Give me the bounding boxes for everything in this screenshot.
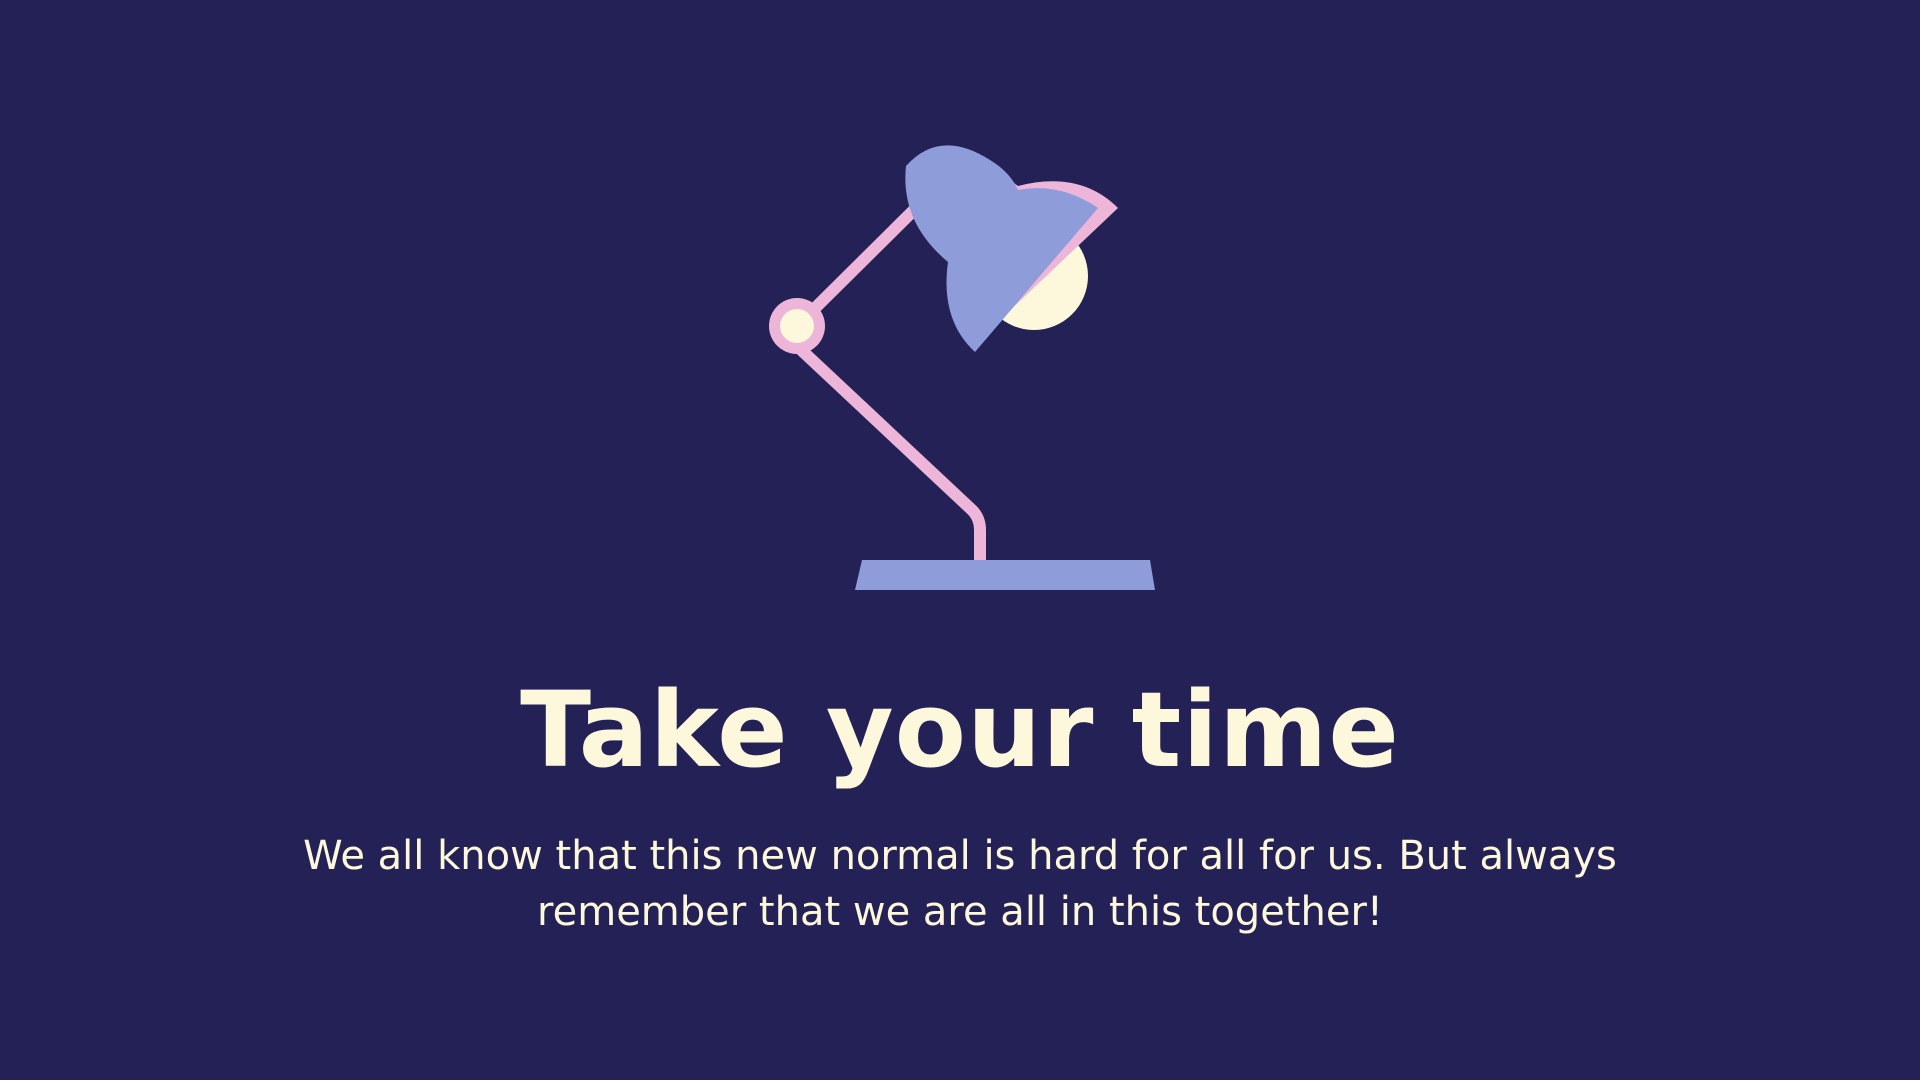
lamp-base <box>855 560 1155 590</box>
lamp-lower-arm <box>791 340 986 568</box>
slide-body-text: We all know that this new normal is hard… <box>303 833 1617 935</box>
lamp-joint-center <box>780 309 814 343</box>
slide-title: Take your time <box>520 669 1400 791</box>
